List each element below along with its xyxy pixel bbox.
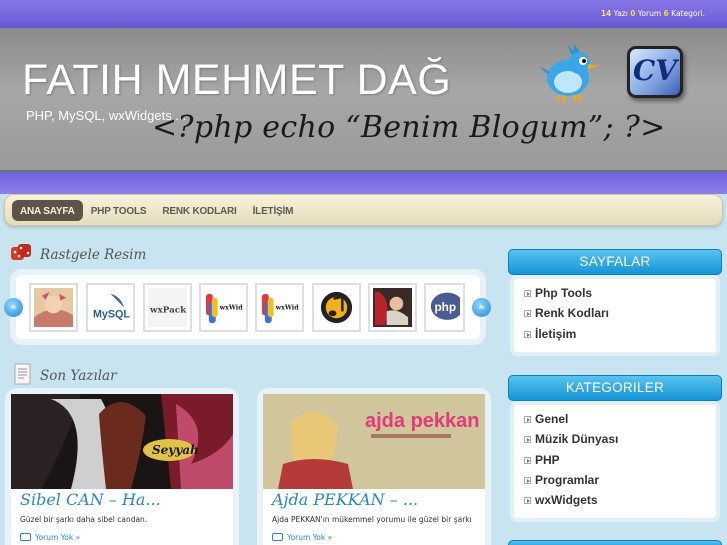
sidebar-item-label[interactable]: Programlar: [535, 473, 599, 487]
album-cover-icon: [34, 288, 73, 327]
post-excerpt: Ajda PEKKAN'ın mükemmel yorumu ile güzel…: [272, 515, 472, 524]
wxwidgets-logo-text: wxWidgets: [275, 303, 299, 311]
sidebar-item-programs[interactable]: Programlar: [524, 470, 708, 490]
nav-php-tools[interactable]: PHP TOOLS: [83, 200, 155, 221]
recent-posts-heading: Son Yazılar: [40, 368, 117, 384]
top-bar: 14 Yazı 0 Yorum 6 Kategori.: [0, 0, 727, 28]
sidebar-item-label[interactable]: Genel: [535, 412, 568, 426]
blog-stats: 14 Yazı 0 Yorum 6 Kategori.: [601, 9, 705, 18]
sidebar-next-head: [508, 540, 722, 545]
main-nav: ANA SAYFA PHP TOOLS RENK KODLARI İLETİŞİ…: [4, 194, 723, 226]
twitter-bird-icon[interactable]: [538, 44, 604, 104]
php-logo-text: php: [434, 300, 456, 314]
thumb-wxwidgets-1[interactable]: wxWidgets: [199, 283, 248, 332]
thumb-sezen-aksu[interactable]: [29, 283, 78, 332]
post-excerpt: Güzel bir şarkı daha sibel candan.: [20, 515, 148, 524]
php-logo-icon: php: [429, 288, 460, 325]
arrow-bullet-icon: [524, 476, 531, 484]
sidebar-item-music[interactable]: Müzik Dünyası: [524, 429, 708, 449]
sidebar-item-color-codes[interactable]: Renk Kodları: [524, 303, 708, 323]
site-header: FATIH MEHMET DAĞ PHP, MySQL, wxWidgets .…: [0, 28, 727, 172]
sidebar-item-label[interactable]: Php Tools: [535, 286, 592, 300]
comments-label: Yorum: [637, 9, 662, 18]
comment-bubble-icon: [272, 533, 283, 541]
document-icon: [14, 363, 31, 385]
post-comments-link[interactable]: Yorum Yok »: [272, 533, 332, 542]
dice-icon: [11, 244, 31, 260]
thumb-music[interactable]: [312, 283, 361, 332]
sidebar-pages-list: Php Tools Renk Kodları İletişim: [514, 279, 716, 352]
arrow-bullet-icon: [524, 330, 531, 338]
sidebar-item-wxwidgets[interactable]: wxWidgets: [524, 490, 708, 510]
wxwidgets-logo-icon: wxWidgets: [204, 288, 243, 327]
arrow-bullet-icon: [524, 456, 531, 464]
album-cover-icon: [373, 288, 412, 327]
random-image-heading: Rastgele Resim: [40, 247, 147, 263]
sidebar-categories-list: Genel Müzik Dünyası PHP Programlar wxWid…: [514, 405, 716, 519]
nav-color-codes[interactable]: RENK KODLARI: [154, 200, 244, 221]
thumb-php[interactable]: php: [424, 283, 465, 332]
thumb-mysql[interactable]: MySQL: [86, 283, 135, 332]
post-comments-link[interactable]: Yorum Yok »: [20, 533, 80, 542]
categories-count: 6: [663, 9, 669, 18]
post-card: ajda pekkan Ajda PEKKAN – ... Ajda PEKKA…: [263, 394, 485, 545]
site-title[interactable]: FATIH MEHMET DAĞ: [22, 56, 451, 105]
post-cover-text: Seyyah: [152, 443, 199, 457]
chevron-right-icon[interactable]: »: [472, 298, 491, 317]
arrow-bullet-icon: [524, 290, 531, 297]
thumb-wxpack[interactable]: wxPack: [143, 283, 192, 332]
post-cover-text: ajda pekkan: [365, 410, 480, 432]
arrow-bullet-icon: [524, 497, 531, 505]
nav-home[interactable]: ANA SAYFA: [12, 200, 83, 221]
chevron-left-icon[interactable]: «: [4, 298, 23, 317]
sidebar-item-label[interactable]: wxWidgets: [535, 493, 598, 507]
post-title[interactable]: Ajda PEKKAN – ...: [272, 490, 418, 509]
sidebar-item-label[interactable]: Renk Kodları: [535, 306, 609, 320]
mysql-logo-icon: MySQL: [91, 288, 130, 327]
sidebar-categories-title: KATEGORILER: [508, 375, 722, 401]
wxpack-logo-text: wxPack: [149, 305, 187, 315]
thumb-wxwidgets-2[interactable]: wxWidgets: [255, 283, 304, 332]
arrow-bullet-icon: [524, 436, 531, 444]
sidebar-item-php[interactable]: PHP: [524, 450, 708, 470]
posts-count: 14: [600, 9, 612, 18]
post-image-sibel-can[interactable]: Seyyah: [11, 394, 233, 489]
sidebar-pages-title: SAYFALAR: [508, 249, 722, 275]
sidebar-next-box: [508, 540, 722, 545]
sidebar-categories: KATEGORILER Genel Müzik Dünyası PHP Prog…: [508, 375, 722, 519]
music-note-icon: [317, 288, 356, 327]
header-slogan: <?php echo “Benim Blogum”; ?>: [152, 110, 666, 145]
comment-bubble-icon: [20, 533, 31, 541]
post-image-ajda-pekkan[interactable]: ajda pekkan: [263, 394, 485, 489]
post-comments-label[interactable]: Yorum Yok »: [287, 533, 332, 542]
wxwidgets-logo-icon: wxWidgets: [260, 288, 299, 327]
cv-icon[interactable]: CV: [627, 46, 683, 98]
post-comments-label[interactable]: Yorum Yok »: [35, 533, 80, 542]
nav-contact[interactable]: İLETİŞİM: [245, 200, 302, 221]
thumb-album[interactable]: [368, 283, 417, 332]
arrow-bullet-icon: [524, 416, 531, 423]
arrow-bullet-icon: [524, 310, 531, 318]
wxwidgets-logo-text: wxWidgets: [219, 303, 243, 311]
categories-label: Kategori.: [671, 9, 705, 18]
comments-count: 0: [630, 9, 636, 18]
sidebar-item-label[interactable]: İletişim: [535, 327, 576, 341]
sidebar-item-label[interactable]: Müzik Dünyası: [535, 432, 618, 446]
posts-label: Yazı: [613, 9, 628, 18]
sidebar-item-general[interactable]: Genel: [524, 409, 708, 429]
sidebar-item-php-tools[interactable]: Php Tools: [524, 283, 708, 303]
sidebar-item-label[interactable]: PHP: [535, 453, 560, 467]
mysql-logo-text: MySQL: [93, 308, 130, 320]
wxpack-logo-icon: wxPack: [148, 288, 187, 327]
sidebar-pages: SAYFALAR Php Tools Renk Kodları İletişim: [508, 249, 722, 352]
post-card: Seyyah Sibel CAN – Ha... Güzel bir şarkı…: [11, 394, 233, 545]
header-band: [0, 172, 727, 194]
sidebar-item-contact[interactable]: İletişim: [524, 324, 708, 344]
post-title[interactable]: Sibel CAN – Ha...: [20, 490, 161, 509]
